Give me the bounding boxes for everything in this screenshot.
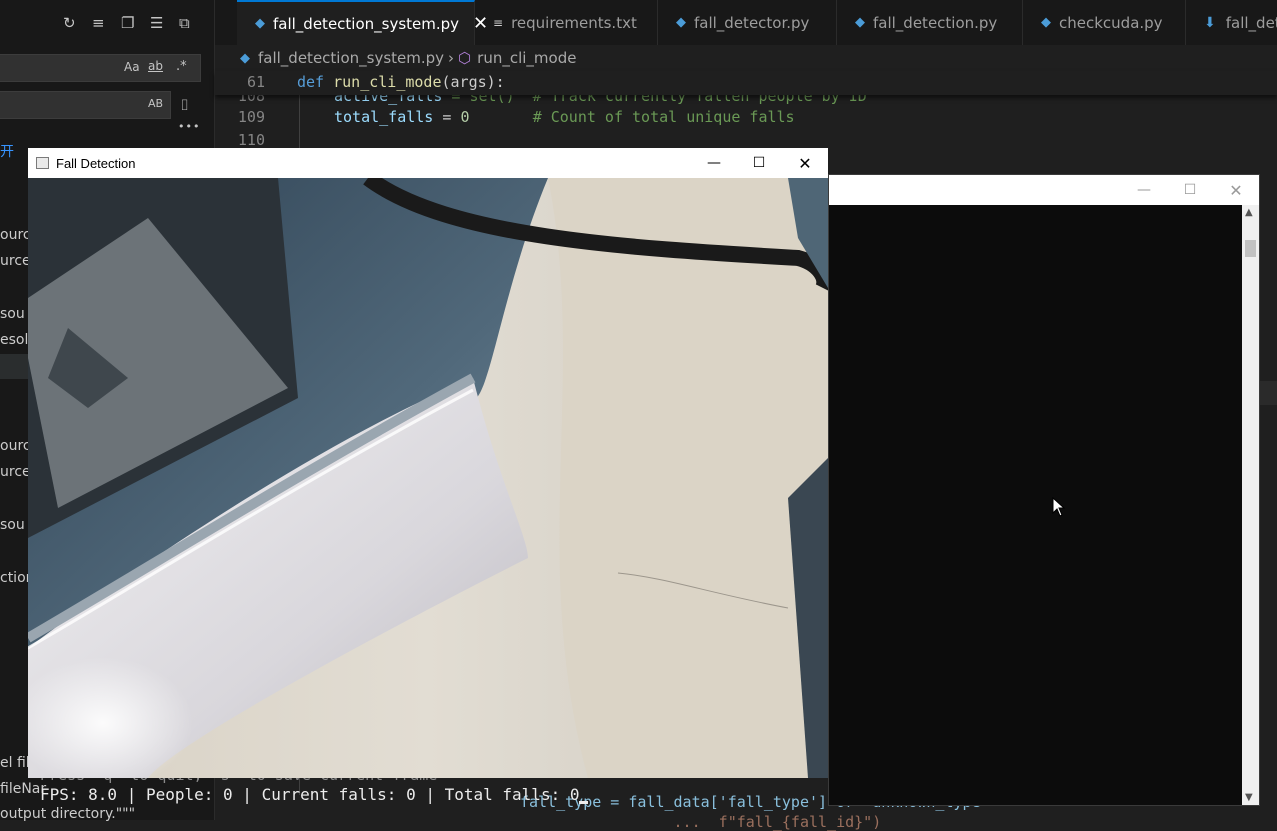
preserve-case-toggle[interactable]: AB [148, 97, 163, 110]
console-scrollbar[interactable]: ▲ ▼ [1242, 205, 1259, 805]
use-regex-toggle[interactable]: .* [176, 59, 187, 74]
chevron-right-icon: › [448, 49, 455, 67]
refresh-icon[interactable]: ↻ [63, 14, 76, 32]
code-line: def run_cli_mode(args): [297, 73, 505, 91]
clear-results-icon[interactable]: ≡ [92, 14, 105, 32]
python-file-icon: ◆ [676, 15, 686, 30]
search-input[interactable]: Aa ab .* [0, 54, 201, 82]
new-search-editor-icon[interactable]: ❐ [121, 14, 134, 32]
tab-checkcuda[interactable]: ◆ checkcuda.py [1023, 0, 1186, 45]
sticky-scroll[interactable]: 61 def run_cli_mode(args): [215, 71, 1277, 95]
tab-label: fall_detection_system.py [273, 14, 460, 33]
code-fragment: (args): [441, 73, 505, 91]
result-line[interactable]: ourc [0, 227, 31, 243]
result-line[interactable]: sou [0, 517, 25, 533]
editor-tab-bar: ◆ fall_detection_system.py ✕ ≡ requireme… [215, 0, 1277, 45]
tab-requirements[interactable]: ≡ requirements.txt [475, 0, 658, 45]
view-as-tree-icon[interactable]: ⧉ [179, 14, 190, 32]
collapse-all-icon[interactable]: ☰ [150, 14, 163, 32]
close-button[interactable]: ✕ [782, 148, 828, 178]
tab-label: fall_det [1225, 13, 1277, 32]
line-number: 110 [237, 131, 265, 149]
fall-detection-window[interactable]: Fall Detection — ☐ ✕ [28, 148, 828, 778]
window-title: Fall Detection [56, 155, 136, 171]
tab-label: checkcuda.py [1059, 13, 1163, 32]
match-whole-word-toggle[interactable]: ab [148, 59, 163, 73]
result-line[interactable]: el fil [0, 755, 30, 771]
more-options-icon[interactable]: ••• [178, 120, 200, 133]
variable: total_falls [334, 108, 434, 126]
current-falls-readout: Current falls: 0 [261, 785, 416, 804]
line-number: 61 [246, 73, 265, 91]
chevron-down-icon[interactable]: ▼ [1245, 792, 1253, 803]
close-button[interactable]: ✕ [1213, 175, 1259, 205]
camera-image [28, 178, 828, 778]
scrollbar-thumb[interactable] [1257, 381, 1277, 405]
camera-frame [28, 178, 828, 778]
python-file-icon: ◆ [240, 50, 250, 66]
maximize-button[interactable]: ☐ [736, 148, 782, 178]
minimize-button[interactable]: — [1121, 175, 1167, 205]
tab-label: fall_detection.py [873, 13, 998, 32]
number-literal: 0 [460, 108, 470, 126]
separator: | [117, 785, 146, 804]
tab-fall-detection[interactable]: ◆ fall_detection.py [837, 0, 1023, 45]
keyword: def [297, 73, 325, 91]
operator: = [433, 108, 461, 126]
console-title-bar[interactable]: — ☐ ✕ [829, 175, 1259, 205]
tab-label: fall_detector.py [694, 13, 810, 32]
text-file-icon: ≡ [493, 15, 504, 30]
mouse-cursor-icon [1052, 497, 1066, 517]
minimize-button[interactable]: — [691, 148, 737, 178]
fps-readout: FPS: 8.0 [40, 785, 118, 804]
total-falls-readout: Total falls: 0 [444, 785, 580, 804]
function-name: run_cli_mode [333, 73, 442, 91]
download-file-icon: ⬇ [1204, 14, 1216, 31]
comment: # Count of total unique falls [532, 108, 795, 126]
separator: | [232, 785, 262, 804]
replace-all-icon[interactable]: ⌷ [180, 96, 189, 114]
cv-title-bar[interactable]: Fall Detection — ☐ ✕ [28, 148, 828, 178]
breadcrumb-symbol[interactable]: run_cli_mode [477, 49, 576, 67]
line-number: 109 [237, 108, 265, 126]
code-line: ... f"fall_{fall_id}") [520, 813, 882, 831]
result-line[interactable]: 开 [0, 141, 14, 161]
maximize-button[interactable]: ☐ [1167, 175, 1213, 205]
tab-label: requirements.txt [511, 13, 637, 32]
replace-input[interactable]: AB [0, 91, 171, 119]
tab-fall-det[interactable]: ⬇ fall_det [1186, 0, 1277, 45]
code-line: total_falls = 0 # Count of total unique … [334, 108, 795, 126]
console-window[interactable]: — ☐ ✕ ▲ ▼ [828, 174, 1260, 806]
selected-result-highlight [0, 354, 28, 379]
people-readout: People: 0 [145, 785, 233, 804]
text-cursor [579, 801, 589, 804]
python-file-icon: ◆ [855, 15, 865, 30]
symbol-method-icon: ⬡ [458, 49, 472, 67]
breadcrumb: ◆ fall_detection_system.py › ⬡ run_cli_m… [215, 45, 1277, 71]
result-line[interactable]: ourc [0, 438, 31, 454]
python-file-icon: ◆ [255, 16, 265, 31]
scrollbar-thumb[interactable] [1245, 240, 1256, 257]
match-case-toggle[interactable]: Aa [124, 60, 140, 74]
result-line[interactable]: sou [0, 306, 25, 322]
separator: | [415, 785, 445, 804]
app-icon [36, 157, 49, 169]
python-file-icon: ◆ [1041, 15, 1051, 30]
terminal-status-line: FPS: 8.0 | People: 0 | Current falls: 0 … [40, 785, 589, 804]
tab-fall-detector[interactable]: ◆ fall_detector.py [658, 0, 837, 45]
breadcrumb-file[interactable]: fall_detection_system.py [258, 49, 444, 67]
chevron-up-icon[interactable]: ▲ [1245, 207, 1253, 218]
tab-fall-detection-system[interactable]: ◆ fall_detection_system.py ✕ [237, 0, 488, 45]
